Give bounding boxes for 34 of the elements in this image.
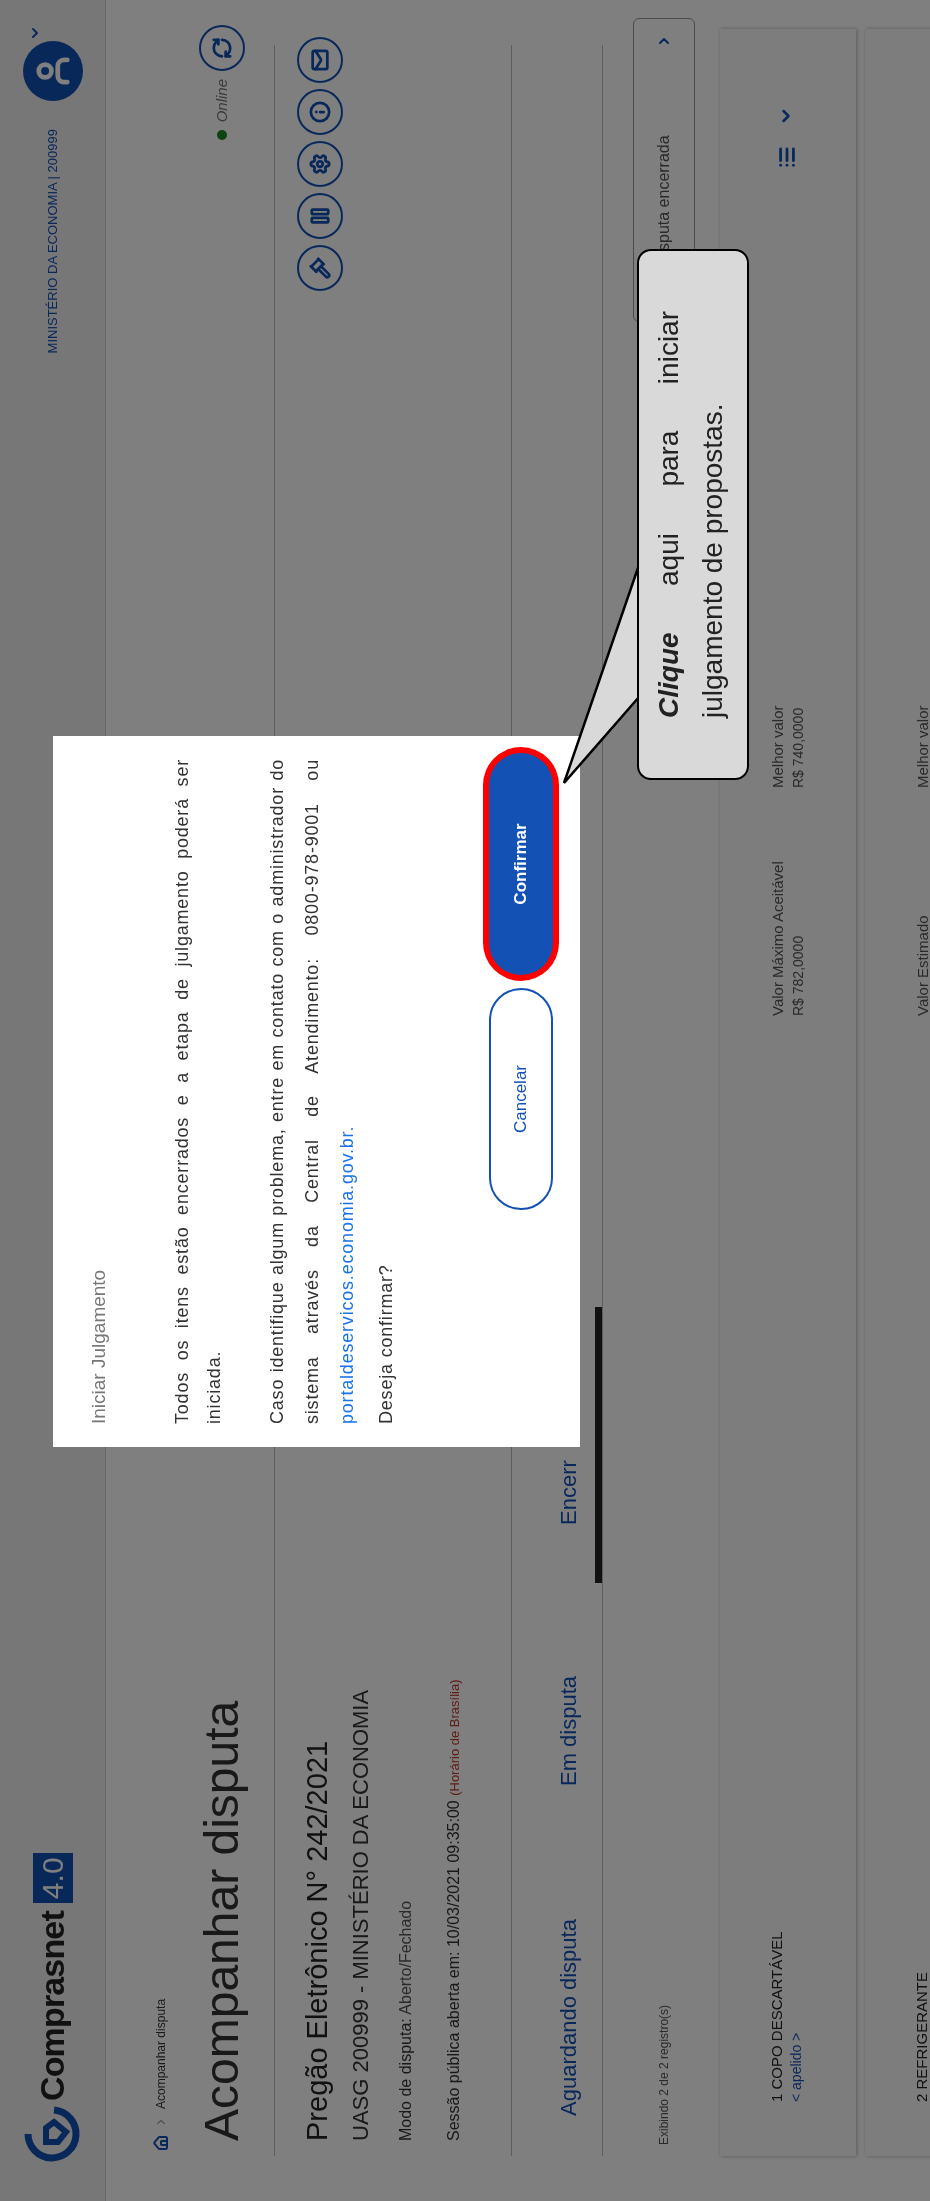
cancel-button[interactable]: Cancelar [489, 988, 553, 1210]
mail-icon[interactable] [297, 37, 343, 83]
tab[interactable]: Em disputa [542, 1585, 602, 1861]
item-title: 2 REFRIGERANTE [913, 1970, 930, 2102]
best-value-text: R$ 740,0000 [789, 706, 807, 788]
settings-icon[interactable] [297, 141, 343, 187]
value-label: Valor Estimado [913, 914, 930, 1016]
best-value-label: Melhor valor [768, 704, 787, 788]
nickname-link[interactable]: < apelido > [786, 1016, 806, 2102]
status-label: Online [211, 79, 231, 123]
dialog-message: Todos os itens estão encerrados e a etapa de julgamento poderá ser iniciada. [170, 759, 225, 1424]
records-summary: Exibindo 2 de 2 registro(s) [656, 2004, 672, 2147]
tab[interactable]: Aguardando disputa [542, 1863, 602, 2139]
gavel-icon[interactable] [297, 245, 343, 291]
pregao-title: Pregão Eletrônico N° 242/2021 [300, 1739, 334, 2141]
best-value-label: Melhor valor [913, 704, 930, 788]
logo-badge: 4.0 [32, 1853, 73, 1904]
page-title: Acompanhar disputa [194, 1700, 249, 2141]
dialog-title: Iniciar Julgamento [87, 1268, 110, 1424]
organization-text: MINISTÉRIO DA ECONOMIA | 200999 [43, 129, 61, 354]
value-label: Valor Máximo Aceitável [768, 860, 787, 1016]
item-title: 1 COPO DESCARTÁVEL [768, 1930, 786, 2102]
dialog-message: Caso identifique algum problema, entre em contato com o administrador do sistema através da Central de Atendimento: 0800-978-9001 ou portaldeservicos.economia.gov.br. [265, 759, 358, 1424]
value-text: R$ 782,0000 [789, 934, 807, 1016]
session-text: Sessão pública aberta em: 10/03/2021 09:35:00 (Horário de Brasília) [444, 1679, 463, 2141]
uasg-text: UASG 200999 - MINISTÉRIO DA ECONOMIA [347, 1688, 374, 2141]
refresh-icon[interactable] [199, 25, 245, 71]
info-icon[interactable] [297, 89, 343, 135]
dispute-mode-text: Modo de disputa: Aberto/Fechado [396, 1899, 415, 2141]
breadcrumb-link[interactable]: Acompanhar disputa [152, 1998, 170, 2109]
dialog-question: Deseja confirmar? [374, 1263, 397, 1424]
logo-icon [24, 2105, 81, 2162]
portal-link[interactable]: portaldeservicos.economia.gov.br. [336, 1125, 357, 1424]
logo-text: Comprasnet [32, 1911, 72, 2101]
